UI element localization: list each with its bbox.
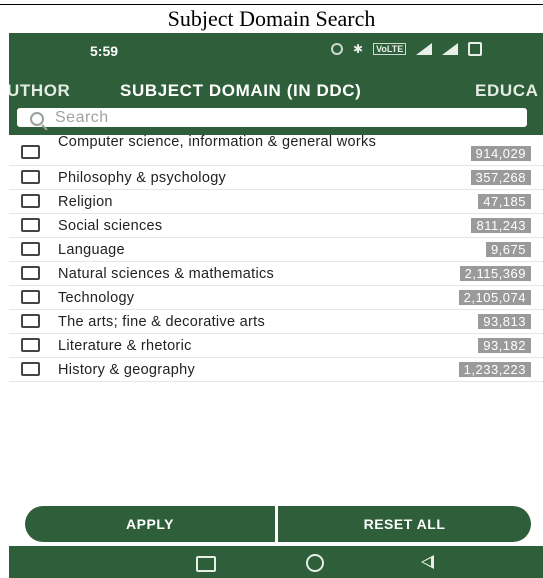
list-item-label: Philosophy & psychology	[58, 170, 227, 186]
tab-author[interactable]: UTHOR	[9, 81, 70, 101]
count-badge: 357,268	[470, 170, 531, 185]
count-badge: 2,105,074	[458, 290, 531, 305]
count-badge: 93,182	[478, 338, 531, 353]
back-icon[interactable]	[421, 555, 434, 569]
status-time: 5:59	[90, 43, 119, 59]
list-item-label: Religion	[58, 194, 113, 210]
list-item-label: Computer science, information & general …	[58, 134, 377, 150]
figure-caption: Subject Domain Search	[167, 6, 376, 31]
checkbox[interactable]	[21, 145, 40, 159]
count-badge: 811,243	[471, 218, 531, 233]
list-item[interactable]: Philosophy & psychology 357,268	[9, 166, 543, 190]
list-item-label: The arts; fine & decorative arts	[58, 314, 266, 330]
list-item[interactable]: Computer science, information & general …	[9, 134, 543, 166]
signal-icon-2	[442, 43, 459, 55]
count-badge: 2,115,369	[459, 266, 531, 281]
list-item[interactable]: Social sciences 811,243	[9, 214, 543, 238]
list-item[interactable]: Literature & rhetoric 93,182	[9, 334, 543, 358]
reset-all-button[interactable]: RESET ALL	[278, 506, 531, 542]
checkbox[interactable]	[21, 266, 40, 280]
checkbox[interactable]	[21, 338, 40, 352]
list-item[interactable]: Language 9,675	[9, 238, 543, 262]
tab-education[interactable]: EDUCA	[475, 81, 538, 101]
home-icon[interactable]	[306, 554, 324, 572]
apply-button[interactable]: APPLY	[25, 506, 275, 542]
system-nav-bar	[9, 546, 543, 578]
checkbox[interactable]	[21, 242, 40, 256]
search-input[interactable]	[55, 108, 515, 127]
list-item[interactable]: The arts; fine & decorative arts 93,813	[9, 310, 543, 334]
battery-icon	[468, 42, 483, 56]
bluetooth-icon: ✱	[353, 42, 364, 56]
count-badge: 1,233,223	[458, 362, 531, 377]
search-box[interactable]	[15, 106, 529, 129]
status-bar: 5:59 ✱ VoLTE	[9, 33, 543, 69]
list-item-label: Social sciences	[58, 218, 163, 234]
list-item-label: Technology	[58, 290, 135, 306]
list-item[interactable]: History & geography 1,233,223	[9, 358, 543, 382]
list-item-label: Natural sciences & mathematics	[58, 266, 275, 282]
count-badge: 914,029	[470, 146, 531, 161]
list-item-label: Language	[58, 242, 125, 258]
figure-top-rule	[0, 0, 543, 5]
count-badge: 93,813	[478, 314, 531, 329]
checkbox[interactable]	[21, 362, 40, 376]
search-bar-area	[9, 103, 543, 135]
count-badge: 47,185	[478, 194, 531, 209]
signal-icon	[416, 43, 433, 55]
checkbox[interactable]	[21, 314, 40, 328]
recents-icon[interactable]	[196, 556, 216, 572]
list-item-label: History & geography	[58, 362, 196, 378]
status-icons: ✱ VoLTE	[331, 42, 483, 56]
volte-icon: VoLTE	[373, 43, 407, 55]
list-item-label: Literature & rhetoric	[58, 338, 192, 354]
tab-subject-domain[interactable]: SUBJECT DOMAIN (IN DDC)	[120, 81, 361, 101]
checkbox[interactable]	[21, 218, 40, 232]
list-item[interactable]: Religion 47,185	[9, 190, 543, 214]
action-bar: APPLY RESET ALL	[9, 506, 543, 542]
search-icon	[30, 112, 44, 126]
count-badge: 9,675	[485, 242, 531, 257]
checkbox[interactable]	[21, 170, 40, 184]
alarm-icon	[331, 43, 343, 55]
checkbox[interactable]	[21, 290, 40, 304]
subject-list: Computer science, information & general …	[9, 134, 543, 382]
checkbox[interactable]	[21, 194, 40, 208]
phone-screen: 5:59 ✱ VoLTE UTHOR SUBJECT DOMAIN (IN DD…	[9, 33, 543, 578]
list-item[interactable]: Technology 2,105,074	[9, 286, 543, 310]
list-item[interactable]: Natural sciences & mathematics 2,115,369	[9, 262, 543, 286]
